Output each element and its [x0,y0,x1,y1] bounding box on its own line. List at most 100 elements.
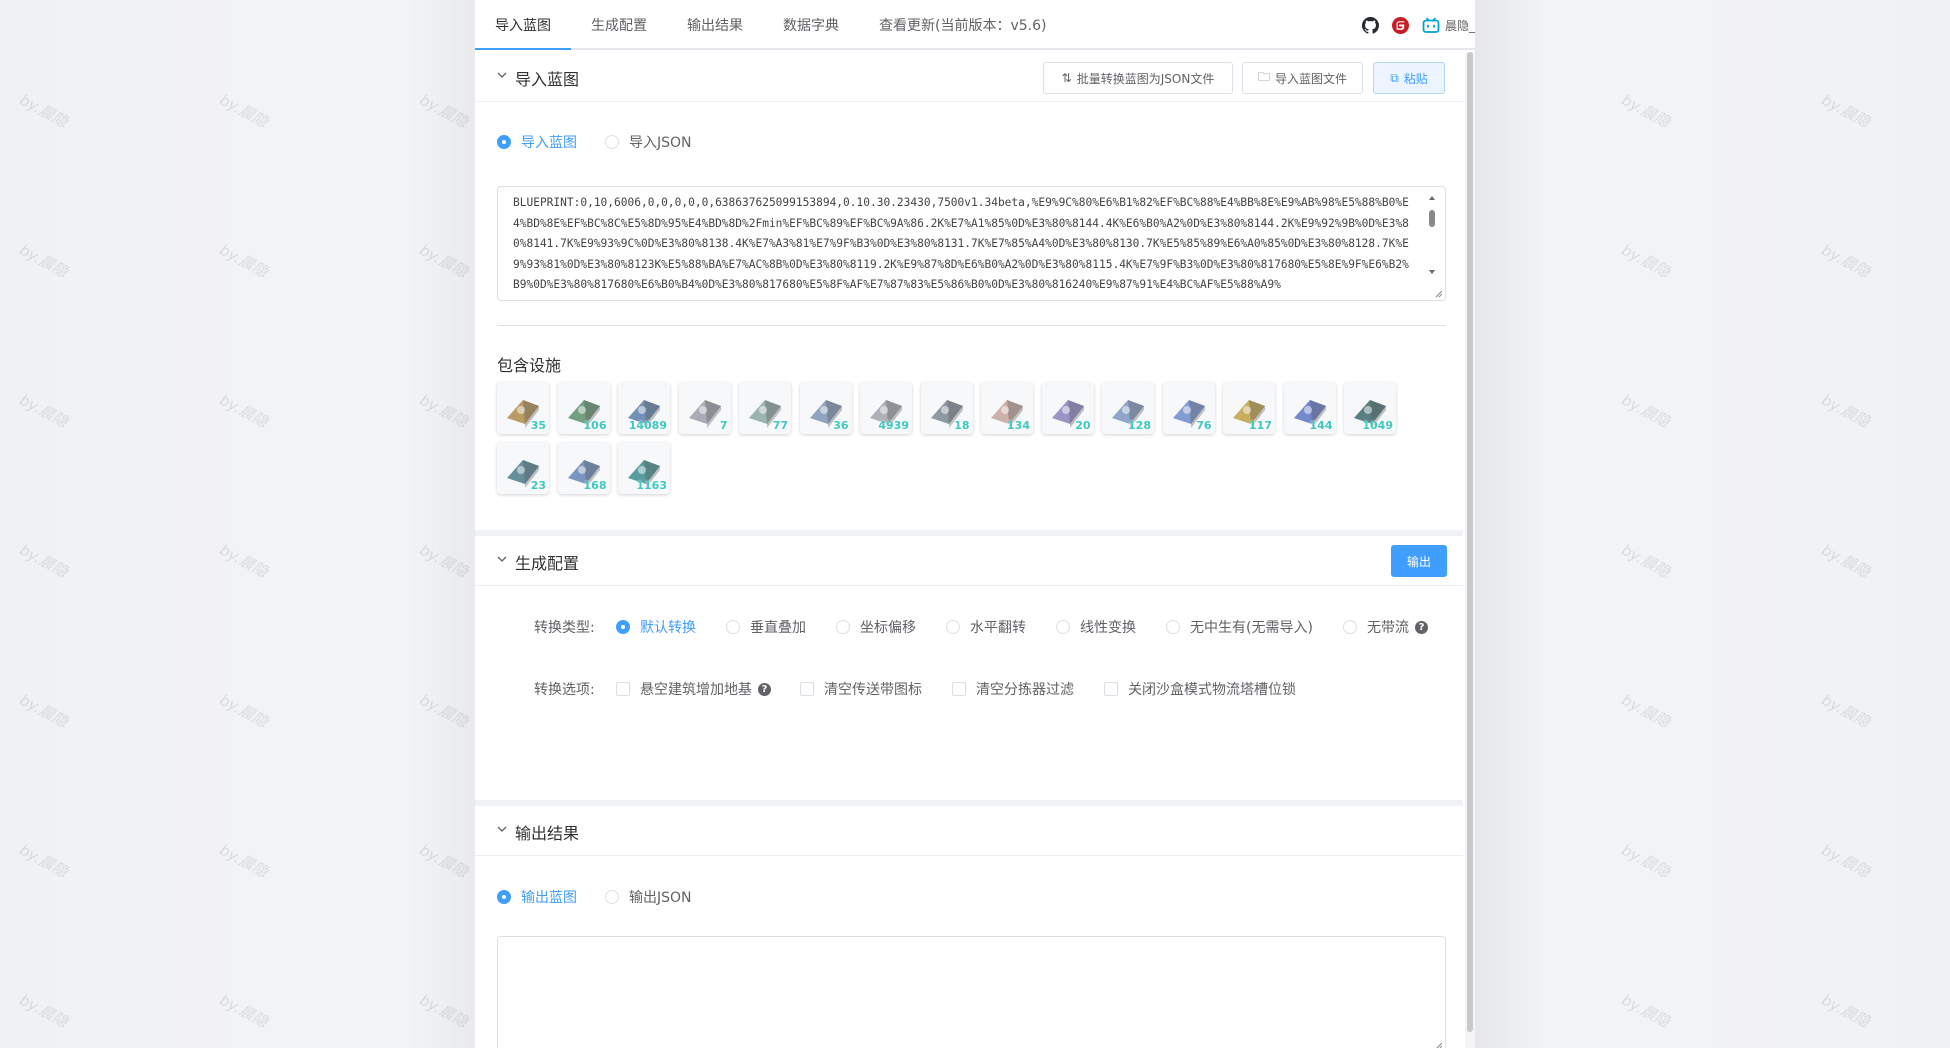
radio-dot [1343,620,1357,634]
app-window: 导入蓝图 生成配置 输出结果 数据字典 查看更新(当前版本：v5.6) 晨隐_ … [475,0,1475,1048]
conveyor-belt-mk3-icon[interactable]: 14089 [618,382,670,434]
output-card-title: 输出结果 [515,824,580,843]
tab-output[interactable]: 输出结果 [687,15,743,35]
radio-create-from-nothing[interactable]: 无中生有(无需导入) [1166,617,1313,637]
transform-options-label: 转换选项: [534,682,595,698]
chevron-down-icon [497,826,507,832]
bilibili-icon[interactable] [1421,15,1441,35]
import-file-button[interactable]: 🗀 导入蓝图文件 [1242,62,1363,94]
checkbox-label: 悬空建筑增加地基 [640,682,752,698]
checkbox [800,682,814,696]
checkbox-label: 关闭沙盒模式物流塔槽位锁 [1128,682,1296,698]
planetary-logistics-station-icon[interactable]: 128 [1102,382,1154,434]
facility-count: 106 [583,419,607,432]
github-icon[interactable] [1361,15,1381,35]
import-card-header[interactable]: 导入蓝图 ⇅ 批量转换蓝图为JSON文件 🗀 导入蓝图文件 ⧉ 粘贴 [475,52,1463,102]
radio-label: 输出蓝图 [521,890,577,906]
checkbox [616,682,630,696]
chevron-down-icon [497,72,507,78]
main-content: 导入蓝图 ⇅ 批量转换蓝图为JSON文件 🗀 导入蓝图文件 ⧉ 粘贴 导入蓝图 [475,52,1463,1048]
particle-collider-icon[interactable]: 168 [557,442,610,494]
blueprint-input[interactable]: BLUEPRINT:0,10,6006,0,0,0,0,0,6386376250… [497,186,1446,301]
sorter-mk2-icon[interactable]: 77 [739,382,791,434]
facility-count: 1163 [636,479,667,492]
radio-coordinate-offset[interactable]: 坐标偏移 [836,617,916,637]
radio-output-blueprint[interactable]: 输出蓝图 [497,887,577,907]
radio-vertical-stack[interactable]: 垂直叠加 [726,617,806,637]
facility-count: 7 [719,419,728,432]
radio-dot [497,135,511,149]
resize-handle-icon[interactable] [1433,1040,1443,1048]
conveyor-belt-mk2-icon[interactable]: 106 [557,382,610,434]
user-name[interactable]: 晨隐_ [1445,17,1475,34]
gitee-icon[interactable] [1391,15,1411,35]
radio-label: 导入蓝图 [521,135,577,151]
radio-horizontal-flip[interactable]: 水平翻转 [946,617,1026,637]
help-icon[interactable]: ? [1415,620,1428,634]
radio-label: 默认转换 [640,620,696,636]
tesla-tower-icon[interactable]: 18 [920,382,973,434]
batch-convert-label: 批量转换蓝图为JSON文件 [1076,71,1215,86]
facility-count: 77 [772,419,788,432]
conveyor-belt-mk1-icon[interactable]: 35 [497,382,549,434]
checkbox [1104,682,1118,696]
left-background [0,0,475,1048]
interstellar-logistics-station-icon[interactable]: 76 [1162,382,1215,434]
tab-import[interactable]: 导入蓝图 [495,15,551,35]
folder-icon: 🗀 [1257,69,1270,84]
radio-dot [605,890,619,904]
output-button[interactable]: 输出 [1391,545,1447,577]
check-clear-sorter-filter[interactable]: 清空分拣器过滤 [952,679,1074,699]
config-card-header[interactable]: 生成配置 输出 [475,536,1463,586]
facility-count: 168 [583,479,607,492]
check-clear-belt-icons[interactable]: 清空传送带图标 [800,679,922,699]
transform-type-label: 转换类型: [534,620,595,636]
page-scrollbar-thumb[interactable] [1467,52,1473,1032]
storage-tank-icon[interactable]: 23 [497,442,549,494]
top-right-links: 晨隐_ [1361,14,1475,36]
radio-label: 坐标偏移 [860,620,916,636]
paste-button[interactable]: ⧉ 粘贴 [1373,62,1445,94]
radio-dot [836,620,850,634]
assembler-icon[interactable]: 144 [1283,382,1336,434]
paste-label: 粘贴 [1403,71,1428,86]
facility-count: 14089 [628,419,667,432]
tab-dictionary[interactable]: 数据字典 [783,15,839,35]
radio-import-json[interactable]: 导入JSON [605,132,692,152]
radio-default-transform[interactable]: 默认转换 [616,617,696,637]
chevron-down-icon [497,556,507,562]
smelter-icon[interactable]: 117 [1223,382,1275,434]
radio-dot [605,135,619,149]
radio-dot [1056,620,1070,634]
check-disable-slot-lock[interactable]: 关闭沙盒模式物流塔槽位锁 [1104,679,1296,699]
sorter-mk1-icon[interactable]: 7 [678,382,731,434]
help-icon[interactable]: ? [758,682,771,696]
right-background [1475,0,1950,1048]
output-card-header[interactable]: 输出结果 [475,806,1463,856]
sorter-mk3-icon[interactable]: 36 [799,382,852,434]
radio-output-json[interactable]: 输出JSON [605,887,692,907]
chemical-plant-icon[interactable]: 1049 [1344,382,1396,434]
matrix-lab-icon[interactable]: 1163 [618,442,670,494]
resize-handle-icon[interactable] [1433,288,1443,298]
radio-label: 导入JSON [629,135,692,151]
batch-convert-button[interactable]: ⇅ 批量转换蓝图为JSON文件 [1043,62,1233,94]
textarea-scrollbar[interactable] [1427,193,1437,277]
facilities-label: 包含设施 [497,356,562,375]
radio-label: 水平翻转 [970,620,1026,636]
output-textarea[interactable] [497,936,1446,1048]
radio-no-belt-flow[interactable]: 无带流 ? [1343,617,1428,637]
radio-dot [946,620,960,634]
radio-import-blueprint[interactable]: 导入蓝图 [497,132,577,152]
config-card-title: 生成配置 [515,554,580,573]
facility-count: 23 [530,479,546,492]
radio-label: 无中生有(无需导入) [1190,620,1313,636]
wireless-power-tower-icon[interactable]: 134 [981,382,1033,434]
satellite-substation-icon[interactable]: 20 [1041,382,1094,434]
tab-config[interactable]: 生成配置 [591,15,647,35]
tab-updates[interactable]: 查看更新(当前版本：v5.6) [879,15,1046,35]
top-tab-bar: 导入蓝图 生成配置 输出结果 数据字典 查看更新(当前版本：v5.6) 晨隐_ [475,0,1475,50]
radio-linear-transform[interactable]: 线性变换 [1056,617,1136,637]
check-add-foundation[interactable]: 悬空建筑增加地基 ? [616,679,771,699]
pile-sorter-icon[interactable]: 4939 [860,382,912,434]
